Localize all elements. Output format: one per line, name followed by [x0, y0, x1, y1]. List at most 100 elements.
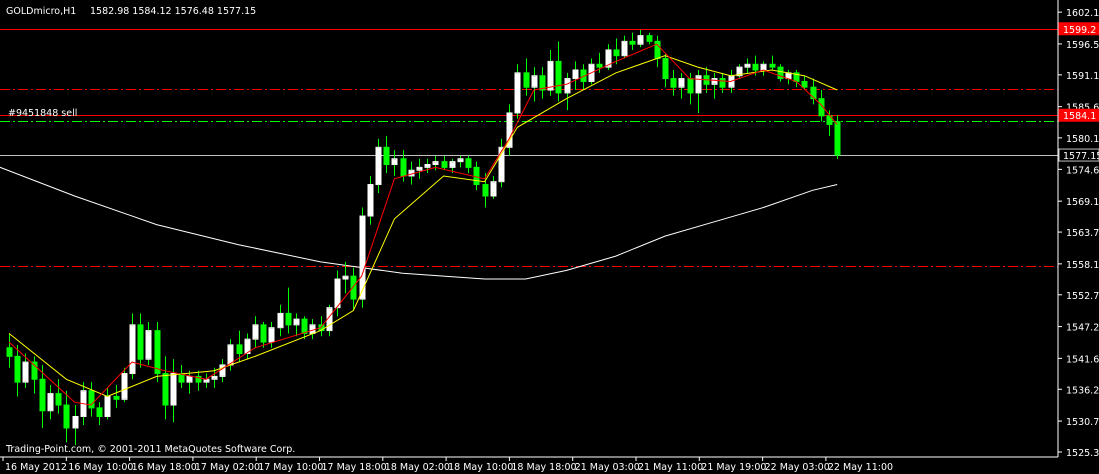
candle-fill — [245, 339, 250, 353]
candle-fill — [433, 162, 438, 164]
candle-fill — [622, 41, 627, 56]
candle-fill — [515, 73, 520, 113]
candle-body — [473, 166, 480, 186]
candle-body — [629, 40, 636, 45]
price-tick-label: 1563.70 — [1066, 228, 1099, 239]
candle-fill — [417, 167, 422, 170]
candle-fill — [548, 61, 553, 90]
price-chart[interactable]: 1602.101596.551591.151585.601580.151574.… — [0, 0, 1099, 474]
time-tick-label: 16 May 18:00 — [132, 462, 197, 473]
candle-body — [687, 78, 694, 94]
candle-fill — [679, 79, 684, 87]
candle-fill — [786, 73, 791, 79]
candle-fill — [335, 279, 340, 308]
candle-body — [137, 324, 144, 360]
candle-body — [662, 58, 669, 80]
candle-body — [96, 407, 103, 417]
time-tick-label: 17 May 18:00 — [322, 462, 387, 473]
candle-body — [113, 395, 120, 400]
price-tick-label: 1591.15 — [1066, 71, 1099, 82]
candle-fill — [269, 328, 274, 342]
candle-fill — [105, 396, 110, 416]
candle-body — [596, 63, 603, 68]
candle-fill — [573, 70, 578, 79]
candle-fill — [204, 379, 209, 382]
time-tick-label: 18 May 10:00 — [448, 462, 513, 473]
candle-body — [55, 393, 62, 406]
price-tick-label: 1602.10 — [1066, 8, 1099, 19]
candle-body — [14, 355, 21, 383]
candle-fill — [212, 376, 217, 379]
candle-fill — [187, 376, 192, 382]
price-tick-label: 1530.70 — [1066, 417, 1099, 428]
candle-fill — [23, 362, 28, 382]
candle-body — [31, 361, 38, 380]
order-label[interactable]: #9451848 sell — [8, 108, 77, 119]
candle-fill — [425, 164, 430, 167]
time-tick-label: 18 May 02:00 — [385, 462, 450, 473]
candle-body — [555, 60, 562, 94]
candle-fill — [48, 394, 53, 411]
price-tick-label: 1558.15 — [1066, 260, 1099, 271]
candle-fill — [565, 79, 570, 93]
candle-body — [301, 318, 308, 334]
candle-fill — [376, 147, 381, 185]
price-tag-label: 1577.15 — [1063, 151, 1099, 162]
candle-body — [752, 63, 759, 71]
price-tick-label: 1536.25 — [1066, 385, 1099, 396]
candle-body — [465, 158, 472, 168]
price-tick-label: 1547.20 — [1066, 323, 1099, 334]
candle-body — [88, 390, 95, 409]
candle-body — [63, 404, 70, 429]
candle-body — [769, 63, 776, 68]
candle-body — [350, 275, 357, 300]
time-tick-label: 21 May 19:00 — [701, 462, 766, 473]
price-tick-label: 1596.55 — [1066, 40, 1099, 51]
price-tag-label: 1599.2 — [1063, 25, 1096, 36]
candle-fill — [73, 416, 78, 428]
price-tick-label: 1525.30 — [1066, 448, 1099, 459]
time-tick-label: 18 May 18:00 — [511, 462, 576, 473]
candle-body — [260, 324, 267, 343]
price-tag-label: 1584.1 — [1063, 111, 1096, 122]
candle-body — [670, 78, 677, 88]
candle-fill — [532, 76, 537, 87]
candle-body — [154, 330, 161, 375]
candle-body — [236, 344, 243, 354]
time-tick-label: 17 May 02:00 — [195, 462, 260, 473]
candle-body — [646, 35, 653, 42]
candle-body — [482, 184, 489, 197]
ohlc-readout: 1582.98 1584.12 1576.48 1577.15 — [90, 6, 256, 17]
candle-fill — [130, 325, 135, 374]
candle-fill — [122, 374, 127, 399]
time-tick-label: 17 May 10:00 — [258, 462, 323, 473]
candle-body — [810, 86, 817, 100]
time-tick-label: 16 May 2012 — [5, 462, 67, 473]
candle-body — [39, 378, 46, 412]
candle-body — [441, 161, 448, 168]
candle-fill — [745, 64, 750, 67]
candle-fill — [146, 331, 151, 359]
candle-fill — [343, 276, 348, 279]
candle-fill — [638, 36, 643, 44]
candle-fill — [294, 319, 299, 325]
candle-body — [162, 373, 169, 406]
candle-fill — [392, 159, 397, 164]
candle-body — [6, 347, 13, 357]
candle-fill — [278, 313, 283, 328]
candle-body — [654, 40, 661, 60]
candle-body — [523, 72, 530, 88]
symbol-label: GOLDmicro,H1 — [6, 6, 76, 17]
candle-fill — [491, 182, 496, 196]
time-tick-label: 21 May 03:00 — [575, 462, 640, 473]
candle-body — [400, 158, 407, 177]
time-tick-label: 16 May 10:00 — [68, 462, 133, 473]
price-tick-label: 1580.15 — [1066, 134, 1099, 145]
time-tick-label: 22 May 03:00 — [765, 462, 830, 473]
price-tick-label: 1541.65 — [1066, 354, 1099, 365]
candle-body — [719, 78, 726, 88]
copyright-text: Trading-Point.com, © 2001-2011 MetaQuote… — [5, 444, 295, 455]
time-tick-label: 22 May 11:00 — [828, 462, 893, 473]
candle-body — [801, 80, 808, 88]
candle-body — [285, 312, 292, 326]
